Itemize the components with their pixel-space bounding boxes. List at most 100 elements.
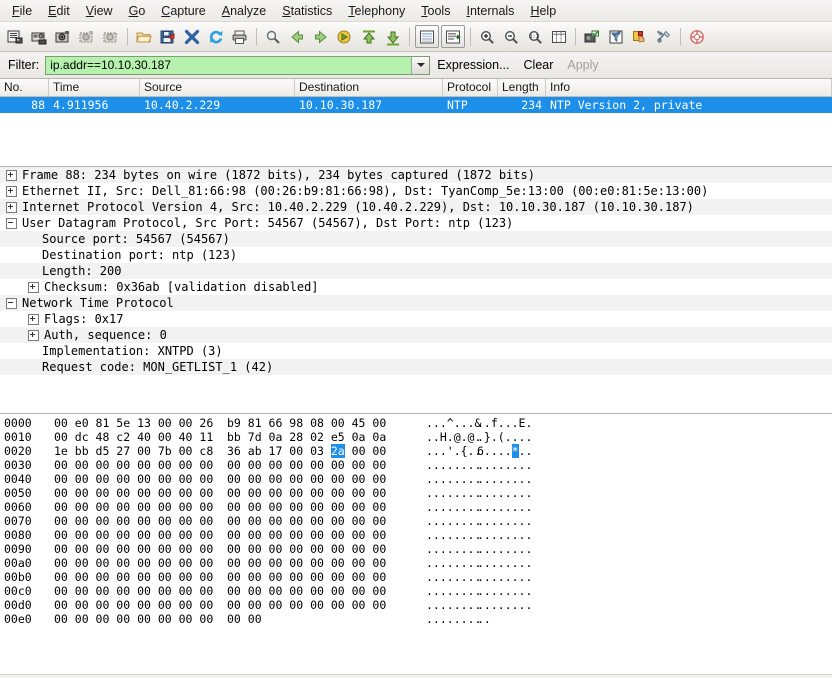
collapse-icon[interactable] <box>6 217 17 229</box>
column-header-info[interactable]: Info <box>546 79 832 96</box>
hex-dump-row[interactable]: 0010 00 dc 48 c2 40 00 40 11 bb 7d 0a 28 0… <box>0 430 832 444</box>
column-header-destination[interactable]: Destination <box>295 79 443 96</box>
detail-tree-row[interactable]: Flags: 0x17 <box>0 311 832 327</box>
hex-bytes-left: 00 00 00 00 00 00 00 00 <box>54 612 214 626</box>
go-back-icon[interactable] <box>285 25 309 49</box>
menu-item-telephony[interactable]: Telephony <box>340 2 413 20</box>
hex-dump-row[interactable]: 0090 00 00 00 00 00 00 00 00 00 00 00 00 0… <box>0 542 832 556</box>
capture-filters-icon[interactable] <box>580 25 604 49</box>
resize-columns-icon[interactable] <box>547 25 571 49</box>
expand-icon[interactable] <box>28 281 39 293</box>
menu-item-help[interactable]: Help <box>522 2 564 20</box>
menu-item-go[interactable]: Go <box>121 2 154 20</box>
packet-bytes-pane[interactable]: 0000 00 e0 81 5e 13 00 00 26 b9 81 66 98 0… <box>0 414 832 674</box>
menu-item-view[interactable]: View <box>78 2 121 20</box>
packet-details-pane[interactable]: Frame 88: 234 bytes on wire (1872 bits),… <box>0 167 832 414</box>
filter-clear-button[interactable]: Clear <box>517 58 561 72</box>
menu-item-edit[interactable]: Edit <box>40 2 78 20</box>
auto-scroll-live-capture-icon[interactable] <box>441 25 465 48</box>
column-header-time[interactable]: Time <box>49 79 140 96</box>
hex-dump-row[interactable]: 0030 00 00 00 00 00 00 00 00 00 00 00 00 0… <box>0 458 832 472</box>
coloring-rules-icon[interactable] <box>628 25 652 49</box>
list-interfaces-icon[interactable] <box>3 25 27 49</box>
menu-item-file[interactable]: File <box>4 2 40 20</box>
start-capture-icon[interactable] <box>51 25 75 49</box>
go-to-packet-icon[interactable] <box>333 25 357 49</box>
hex-dump-row[interactable]: 00e0 00 00 00 00 00 00 00 00 00 00........… <box>0 612 832 626</box>
stop-capture-icon[interactable] <box>75 25 99 49</box>
menu-item-statistics[interactable]: Statistics <box>274 2 340 20</box>
find-packet-icon[interactable] <box>261 25 285 49</box>
column-header-source[interactable]: Source <box>140 79 295 96</box>
detail-tree-row[interactable]: Checksum: 0x36ab [validation disabled] <box>0 279 832 295</box>
expand-icon[interactable] <box>6 185 17 197</box>
hex-dump-row[interactable]: 00a0 00 00 00 00 00 00 00 00 00 00 00 00 0… <box>0 556 832 570</box>
hex-dump-row[interactable]: 0050 00 00 00 00 00 00 00 00 00 00 00 00 0… <box>0 486 832 500</box>
detail-tree-row[interactable]: Frame 88: 234 bytes on wire (1872 bits),… <box>0 167 832 183</box>
capture-options-icon[interactable] <box>27 25 51 49</box>
detail-tree-row[interactable]: Destination port: ntp (123) <box>0 247 832 263</box>
detail-tree-row[interactable]: Source port: 54567 (54567) <box>0 231 832 247</box>
filter-apply-button[interactable]: Apply <box>560 58 605 72</box>
detail-tree-row[interactable]: Request code: MON_GETLIST_1 (42) <box>0 359 832 375</box>
detail-tree-row[interactable]: Network Time Protocol <box>0 295 832 311</box>
hex-dump-row[interactable]: 00b0 00 00 00 00 00 00 00 00 00 00 00 00 0… <box>0 570 832 584</box>
hex-bytes-left: 00 00 00 00 00 00 00 00 <box>54 458 214 472</box>
detail-tree-label: Implementation: XNTPD (3) <box>42 344 223 358</box>
column-header-length[interactable]: Length <box>498 79 546 96</box>
expand-icon[interactable] <box>6 169 17 181</box>
packet-cell: NTP Version 2, private <box>550 98 703 112</box>
detail-tree-row[interactable]: Auth, sequence: 0 <box>0 327 832 343</box>
go-forward-icon[interactable] <box>309 25 333 49</box>
close-file-icon[interactable] <box>180 25 204 49</box>
expand-icon[interactable] <box>28 329 39 341</box>
detail-tree-label: Checksum: 0x36ab [validation disabled] <box>44 280 319 294</box>
ascii-right: ........ <box>477 584 533 598</box>
print-icon[interactable] <box>228 25 252 49</box>
hex-dump-row[interactable]: 0080 00 00 00 00 00 00 00 00 00 00 00 00 0… <box>0 528 832 542</box>
hex-dump-row[interactable]: 0070 00 00 00 00 00 00 00 00 00 00 00 00 0… <box>0 514 832 528</box>
display-filter-input[interactable] <box>46 56 412 74</box>
filter-input-wrap[interactable] <box>45 55 431 75</box>
filter-expression-button[interactable]: Expression... <box>430 58 516 72</box>
column-header-no[interactable]: No. <box>0 79 49 96</box>
packet-list-row[interactable]: 88 4.911956 10.40.2.229 10.10.30.187 NTP 234 N… <box>0 97 832 113</box>
column-header-protocol[interactable]: Protocol <box>443 79 498 96</box>
hex-dump-row[interactable]: 0020 1e bb d5 27 00 7b 00 c8 36 ab 17 00 0… <box>0 444 832 458</box>
display-filters-icon[interactable] <box>604 25 628 49</box>
detail-tree-row[interactable]: Length: 200 <box>0 263 832 279</box>
packet-list-body[interactable]: 88 4.911956 10.40.2.229 10.10.30.187 NTP 234 N… <box>0 97 832 113</box>
hex-dump-row[interactable]: 0000 00 e0 81 5e 13 00 00 26 b9 81 66 98 0… <box>0 416 832 430</box>
save-file-icon[interactable] <box>156 25 180 49</box>
hex-dump-row[interactable]: 0060 00 00 00 00 00 00 00 00 00 00 00 00 0… <box>0 500 832 514</box>
hex-dump-row[interactable]: 00d0 00 00 00 00 00 00 00 00 00 00 00 00 0… <box>0 598 832 612</box>
open-file-icon[interactable] <box>132 25 156 49</box>
zoom-in-icon[interactable] <box>475 25 499 49</box>
detail-tree-label: Frame 88: 234 bytes on wire (1872 bits),… <box>22 168 535 182</box>
hex-dump-row[interactable]: 00c0 00 00 00 00 00 00 00 00 00 00 00 00 0… <box>0 584 832 598</box>
detail-tree-row[interactable]: Internet Protocol Version 4, Src: 10.40.… <box>0 199 832 215</box>
reload-file-icon[interactable] <box>204 25 228 49</box>
detail-tree-row[interactable]: Ethernet II, Src: Dell_81:66:98 (00:26:b… <box>0 183 832 199</box>
zoom-out-icon[interactable] <box>499 25 523 49</box>
go-to-last-packet-icon[interactable] <box>381 25 405 49</box>
expand-icon[interactable] <box>6 201 17 213</box>
restart-capture-icon[interactable] <box>99 25 123 49</box>
menu-item-analyze[interactable]: Analyze <box>214 2 274 20</box>
help-contents-icon[interactable] <box>685 25 709 49</box>
hex-dump-row[interactable]: 0040 00 00 00 00 00 00 00 00 00 00 00 00 0… <box>0 472 832 486</box>
detail-tree-row[interactable]: User Datagram Protocol, Src Port: 54567 … <box>0 215 832 231</box>
menu-item-capture[interactable]: Capture <box>153 2 213 20</box>
filter-history-dropdown-button[interactable] <box>411 56 430 74</box>
menu-item-internals[interactable]: Internals <box>458 2 522 20</box>
collapse-icon[interactable] <box>6 297 17 309</box>
preferences-icon[interactable] <box>652 25 676 49</box>
zoom-normal-icon[interactable]: 1:1 <box>523 25 547 49</box>
hex-bytes-right: 00 00 00 00 00 00 00 00 <box>227 528 387 542</box>
expand-icon[interactable] <box>28 313 39 325</box>
go-to-first-packet-icon[interactable] <box>357 25 381 49</box>
colorize-packet-list-icon[interactable] <box>415 25 439 48</box>
detail-tree-row[interactable]: Implementation: XNTPD (3) <box>0 343 832 359</box>
menu-item-tools[interactable]: Tools <box>413 2 458 20</box>
packet-list-pane[interactable]: No. Time Source Destination Protocol Length In… <box>0 79 832 167</box>
